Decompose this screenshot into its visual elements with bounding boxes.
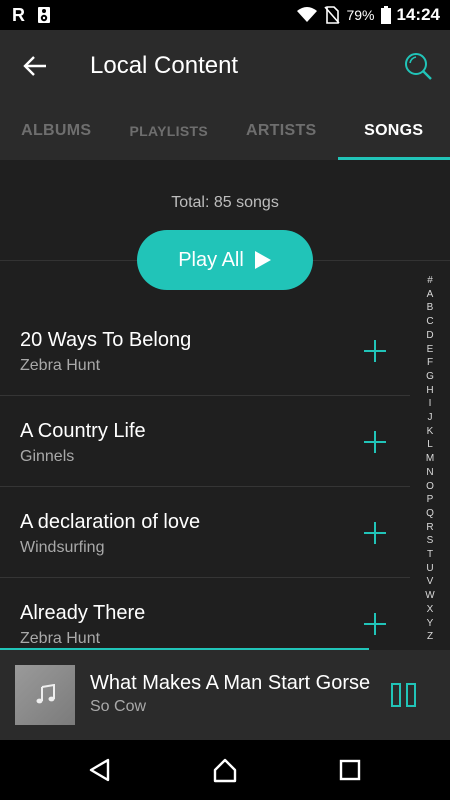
song-list: 20 Ways To Belong Zebra Hunt A Country L… xyxy=(0,305,410,669)
index-letter[interactable]: L xyxy=(427,438,433,452)
index-letter[interactable]: P xyxy=(427,493,434,507)
alphabet-index[interactable]: # A B C D E F G H I J K L M N O P Q R S T U V W X Y Z xyxy=(420,274,440,644)
nav-recents-icon[interactable] xyxy=(336,756,364,784)
song-title: Already There xyxy=(20,602,146,624)
index-letter[interactable]: O xyxy=(426,480,434,494)
index-letter[interactable]: Z xyxy=(427,630,433,644)
index-letter[interactable]: S xyxy=(427,534,434,548)
index-letter[interactable]: J xyxy=(428,411,433,425)
index-letter[interactable]: M xyxy=(426,452,434,466)
page-title: Local Content xyxy=(90,52,239,79)
nav-back-icon[interactable] xyxy=(86,756,114,784)
play-icon xyxy=(254,251,271,269)
play-all-button[interactable]: Play All xyxy=(137,230,313,290)
index-letter[interactable]: V xyxy=(427,575,434,589)
index-letter[interactable]: C xyxy=(426,315,433,329)
index-letter[interactable]: Q xyxy=(426,507,434,521)
index-letter[interactable]: X xyxy=(427,603,434,617)
add-icon[interactable] xyxy=(362,338,388,364)
wifi-icon xyxy=(297,7,318,22)
back-arrow-icon[interactable] xyxy=(20,50,52,82)
album-art xyxy=(15,665,75,725)
status-bar: R 79% 14:24 xyxy=(0,0,450,30)
song-row[interactable]: A Country Life Ginnels xyxy=(0,396,410,487)
tab-playlists[interactable]: PLAYLISTS xyxy=(113,102,226,160)
app-notification-icon: R xyxy=(12,5,25,25)
index-letter[interactable]: F xyxy=(427,356,433,370)
index-letter[interactable]: I xyxy=(429,397,432,411)
tab-albums[interactable]: ALBUMS xyxy=(0,102,113,160)
now-playing-artist: So Cow xyxy=(90,698,147,715)
tab-bar: ALBUMS PLAYLISTS ARTISTS SONGS xyxy=(0,102,450,160)
song-artist: Zebra Hunt xyxy=(20,357,101,374)
index-letter[interactable]: G xyxy=(426,370,434,384)
now-playing-title: What Makes A Man Start Gorse xyxy=(90,672,371,694)
index-letter[interactable]: W xyxy=(425,589,434,603)
song-row[interactable]: A declaration of love Windsurfing xyxy=(0,487,410,578)
add-icon[interactable] xyxy=(362,520,388,546)
nav-home-icon[interactable] xyxy=(211,756,239,784)
song-title: A declaration of love xyxy=(20,511,201,533)
system-nav-bar xyxy=(0,740,450,800)
no-sim-icon xyxy=(324,6,341,24)
index-letter[interactable]: # xyxy=(427,274,433,288)
pause-icon[interactable] xyxy=(390,682,418,708)
song-title: A Country Life xyxy=(20,420,146,442)
tab-artists[interactable]: ARTISTS xyxy=(225,102,338,160)
index-letter[interactable]: T xyxy=(427,548,433,562)
index-letter[interactable]: E xyxy=(427,343,434,357)
index-letter[interactable]: N xyxy=(426,466,433,480)
index-letter[interactable]: U xyxy=(426,562,433,576)
song-artist: Zebra Hunt xyxy=(20,630,101,647)
song-row[interactable]: 20 Ways To Belong Zebra Hunt xyxy=(0,305,410,396)
index-letter[interactable]: H xyxy=(426,384,433,398)
mini-player[interactable]: What Makes A Man Start Gorse So Cow xyxy=(0,650,450,740)
music-note-icon xyxy=(36,684,55,704)
add-icon[interactable] xyxy=(362,611,388,637)
clock: 14:24 xyxy=(396,5,440,24)
index-letter[interactable]: B xyxy=(427,301,434,315)
index-letter[interactable]: R xyxy=(426,521,433,535)
search-icon[interactable] xyxy=(402,50,434,82)
song-artist: Windsurfing xyxy=(20,539,105,556)
speaker-icon xyxy=(38,7,50,23)
index-letter[interactable]: K xyxy=(427,425,434,439)
index-letter[interactable]: A xyxy=(427,288,434,302)
battery-percent: 79% xyxy=(346,7,375,23)
battery-icon xyxy=(380,6,391,24)
song-title: 20 Ways To Belong xyxy=(20,329,192,351)
song-artist: Ginnels xyxy=(20,448,75,465)
app-bar: Local Content xyxy=(0,30,450,102)
index-letter[interactable]: D xyxy=(426,329,433,343)
tab-songs[interactable]: SONGS xyxy=(337,102,450,160)
index-letter[interactable]: Y xyxy=(427,617,434,631)
add-icon[interactable] xyxy=(362,429,388,455)
song-count: Total: 85 songs xyxy=(171,194,279,211)
play-all-label: Play All xyxy=(178,248,244,271)
